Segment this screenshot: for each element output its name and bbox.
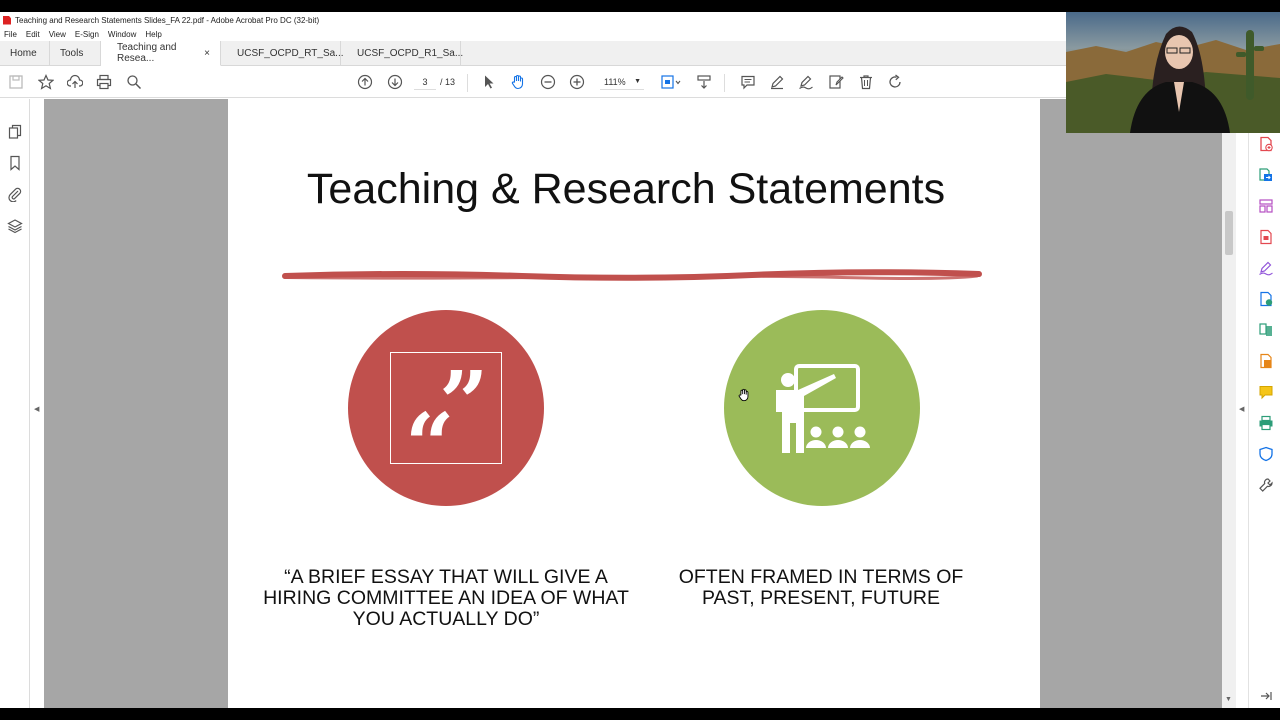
zoom-out-icon[interactable] <box>538 72 558 92</box>
fill-sign-icon[interactable] <box>1258 260 1274 276</box>
layers-icon[interactable] <box>7 218 23 234</box>
scrollbar-thumb[interactable] <box>1225 211 1233 255</box>
pages-icon[interactable] <box>7 124 23 140</box>
attachment-icon[interactable] <box>7 186 23 203</box>
print-icon[interactable] <box>94 72 114 92</box>
quote-circle: ” “ <box>348 310 544 506</box>
zoom-search-icon[interactable] <box>124 72 144 92</box>
fill-sign-icon[interactable] <box>826 72 846 92</box>
webcam-video-overlay <box>1066 12 1280 133</box>
slide-title: Teaching & Research Statements <box>306 165 946 213</box>
toolbar-divider <box>724 74 725 92</box>
protect-icon[interactable] <box>1258 446 1274 462</box>
slide-right-caption: OFTEN FRAMED IN TERMS OF PAST, PRESENT, … <box>678 566 964 609</box>
hand-tool-icon[interactable] <box>508 72 528 92</box>
more-tools-icon[interactable] <box>1258 477 1274 493</box>
chevron-left-icon: ◀ <box>1239 406 1245 413</box>
menu-view[interactable]: View <box>49 30 66 39</box>
comment-icon[interactable] <box>738 72 758 92</box>
tab-document-r1[interactable]: UCSF_OCPD_R1_Sa... <box>341 41 464 66</box>
zoom-level-select[interactable]: 111% ▼ <box>600 74 644 90</box>
acrobat-window: Teaching and Research Statements Slides_… <box>0 12 1280 708</box>
highlight-pen-icon[interactable] <box>767 72 787 92</box>
menu-edit[interactable]: Edit <box>26 30 40 39</box>
menu-help[interactable]: Help <box>145 30 161 39</box>
quote-icon: ” “ <box>390 352 502 489</box>
bookmark-icon[interactable] <box>7 155 23 171</box>
zoom-level-value: 111% <box>604 77 626 87</box>
teacher-presentation-circle <box>724 310 920 506</box>
edit-pdf-icon[interactable] <box>1258 229 1274 245</box>
pdf-icon <box>3 15 11 25</box>
page-total: / 13 <box>440 77 456 87</box>
tab-document-label: Teaching and Resea... <box>117 42 177 64</box>
tab-document-rt-label: UCSF_OCPD_RT_Sa... <box>237 48 344 59</box>
next-page-icon[interactable] <box>385 72 405 92</box>
create-pdf-icon[interactable] <box>1258 136 1274 152</box>
sign-icon[interactable] <box>796 72 816 92</box>
window-title: Teaching and Research Statements Slides_… <box>15 15 320 25</box>
scroll-mode-icon[interactable] <box>694 72 714 92</box>
left-pane-toggle[interactable]: ◀ <box>30 99 44 708</box>
teacher-presentation-icon <box>776 364 870 453</box>
organize-pages-icon[interactable] <box>1258 198 1274 214</box>
previous-page-icon[interactable] <box>355 72 375 92</box>
pdf-page: Teaching & Research Statements ” “ “A BR… <box>228 99 1040 708</box>
menu-file[interactable]: File <box>4 30 17 39</box>
menu-esign[interactable]: E-Sign <box>75 30 99 39</box>
upload-cloud-icon[interactable] <box>65 72 85 92</box>
toolbar-divider <box>467 74 468 92</box>
right-tools-pane <box>1248 132 1280 708</box>
left-navigation-pane <box>0 99 30 708</box>
print-production-icon[interactable] <box>1258 415 1274 431</box>
page-number-input[interactable]: 3 <box>414 74 436 90</box>
tab-home[interactable]: Home <box>0 41 50 66</box>
tab-home-label: Home <box>10 48 37 59</box>
tab-document-r1-label: UCSF_OCPD_R1_Sa... <box>357 48 464 59</box>
page-view-icon[interactable] <box>658 72 684 92</box>
rotate-icon[interactable] <box>885 72 905 92</box>
tab-document-rt[interactable]: UCSF_OCPD_RT_Sa... <box>221 41 344 66</box>
webcam-presenter-image <box>1066 26 1280 133</box>
vertical-scrollbar[interactable]: ▼ <box>1222 99 1236 708</box>
compress-icon[interactable] <box>1258 353 1274 369</box>
chevron-down-icon: ▼ <box>634 78 641 85</box>
tab-close-button[interactable]: × <box>204 48 210 59</box>
export-pdf-icon[interactable] <box>1258 167 1274 183</box>
menu-window[interactable]: Window <box>108 30 136 39</box>
collapse-panel-icon[interactable] <box>1258 688 1274 704</box>
red-brush-divider <box>282 269 982 281</box>
zoom-in-icon[interactable] <box>567 72 587 92</box>
select-cursor-icon[interactable] <box>479 72 499 92</box>
request-signature-icon[interactable] <box>1258 291 1274 307</box>
chevron-left-icon: ◀ <box>34 406 40 413</box>
tab-document-active[interactable]: Teaching and Resea... × <box>101 41 221 66</box>
slide-left-caption: “A BRIEF ESSAY THAT WILL GIVE A HIRING C… <box>263 566 629 630</box>
hand-cursor-icon <box>738 388 749 402</box>
delete-trash-icon[interactable] <box>856 72 876 92</box>
combine-files-icon[interactable] <box>1258 322 1274 338</box>
save-icon[interactable] <box>6 72 26 92</box>
tab-tools-label: Tools <box>60 48 84 59</box>
comment-icon[interactable] <box>1258 384 1274 400</box>
tab-tools[interactable]: Tools <box>50 41 101 66</box>
document-view[interactable]: Teaching & Research Statements ” “ “A BR… <box>44 99 1222 708</box>
scroll-down-arrow[interactable]: ▼ <box>1225 696 1232 703</box>
bookmark-star-icon[interactable] <box>36 72 56 92</box>
right-pane-toggle[interactable]: ◀ <box>1236 99 1248 708</box>
